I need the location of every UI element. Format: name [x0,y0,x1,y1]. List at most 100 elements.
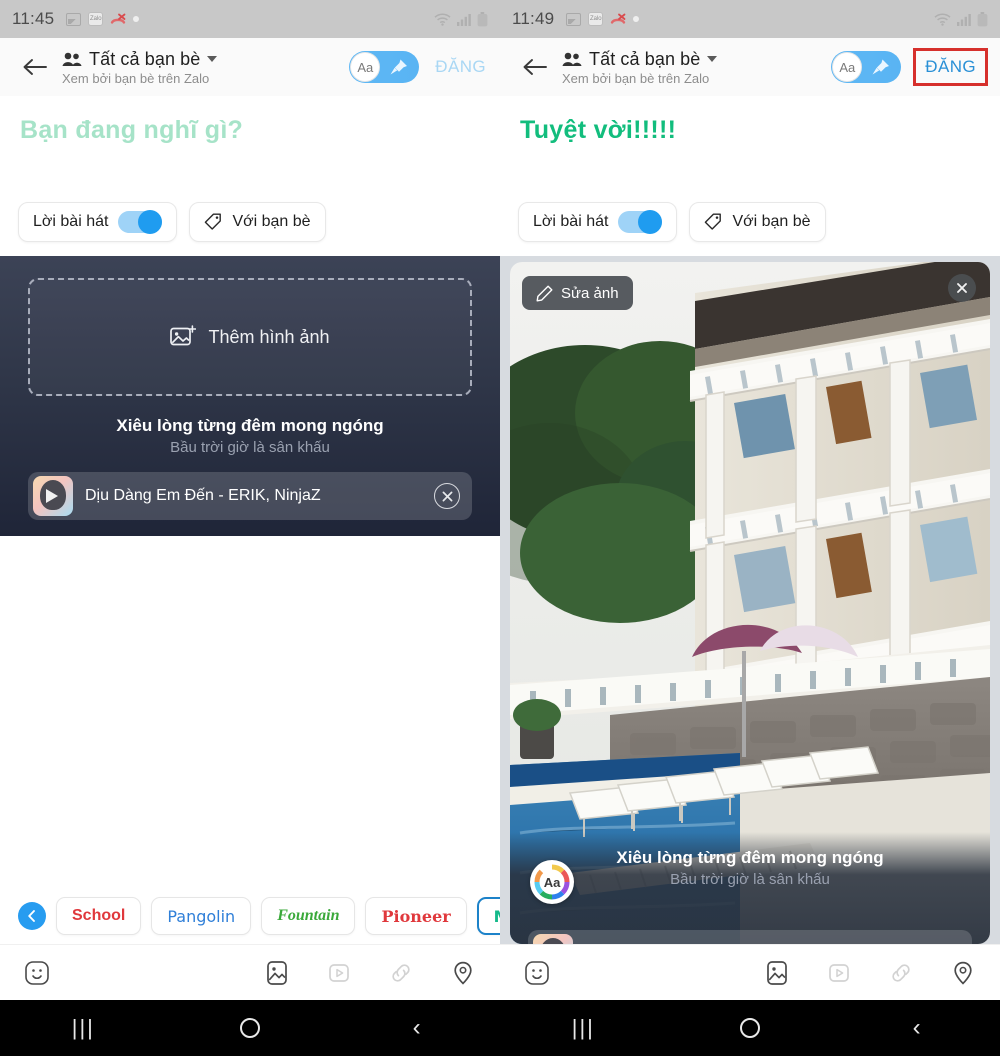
emoji-icon[interactable] [522,958,552,988]
post-button[interactable]: ĐĂNG [431,55,490,79]
emoji-icon[interactable] [22,958,52,988]
nav-home-button[interactable] [222,1008,278,1048]
song-album-art [533,934,573,944]
lyrics-switch[interactable] [618,210,663,234]
nav-back-button[interactable]: ‹ [389,1008,445,1048]
add-photo-dropzone[interactable]: Thêm hình ảnh [28,278,472,396]
scroll-left-button[interactable] [18,902,46,930]
video-icon[interactable] [324,958,354,988]
nav-home-button[interactable] [722,1008,778,1048]
status-bar-left: 11:45 Zalo [0,0,500,38]
gallery-icon [66,12,82,26]
pencil-icon [536,285,553,301]
chip-lyrics-toggle[interactable]: Lời bài hát [18,202,178,242]
photo-preview-pane: Sửa ảnh Xiêu lòng từng đêm mong ngóng Bầ… [500,256,1000,944]
pin-icon [390,59,408,75]
nav-recents-button[interactable]: ||| [555,1008,611,1048]
missed-call-icon [610,13,626,26]
zalo-icon: Zalo [88,12,104,26]
attached-song-chip[interactable]: Dịu Dàng Em Đến - ERIK, NinjaZ [28,472,472,520]
close-icon[interactable] [948,274,976,302]
signal-icon [957,13,971,26]
chip-lyrics-toggle[interactable]: Lời bài hát [518,202,678,242]
nav-back-button[interactable]: ‹ [889,1008,945,1048]
lyrics-switch[interactable] [118,210,163,234]
nav-recents-label: ||| [571,1015,595,1040]
font-style-strip: School Pangolin Fountain Pioneer Maza [0,888,558,944]
back-arrow-icon [23,59,47,75]
location-icon[interactable] [948,958,978,988]
lyric-line-main: Xiêu lòng từng đêm mong ngóng [116,416,384,435]
video-icon[interactable] [824,958,854,988]
font-chip-pangolin[interactable]: Pangolin [151,897,252,935]
caption-input[interactable]: Bạn đang nghĩ gì? [0,96,500,192]
music-composer-pane: Thêm hình ảnh Xiêu lòng từng đêm mong ng… [0,256,500,536]
dot-icon [633,16,640,22]
text-style-toggle[interactable]: Aa [349,51,420,83]
android-navbar-right: ||| ‹ [500,1000,1000,1056]
nav-recents-button[interactable]: ||| [55,1008,111,1048]
post-button[interactable]: ĐĂNG [913,48,988,86]
text-style-toggle[interactable]: Aa [831,51,902,83]
chevron-left-icon [28,910,35,922]
font-chip-label: Pioneer [381,906,451,926]
app-header-right: Tất cả bạn bè Xem bởi bạn bè trên Zalo A… [500,38,1000,96]
phone-screen-left: 11:45 Zalo Tất cả bạn bè Xem bởi bạn bè … [0,0,558,1056]
pin-icon [872,59,890,75]
chip-tag-friends[interactable]: Với bạn bè [689,202,826,242]
photo-card[interactable]: Sửa ảnh Xiêu lòng từng đêm mong ngóng Bầ… [510,262,990,944]
audience-selector[interactable]: Tất cả bạn bè Xem bởi bạn bè trên Zalo [62,49,218,86]
link-icon[interactable] [886,958,916,988]
wifi-icon [434,13,451,26]
back-button[interactable] [518,50,552,84]
audience-subtitle: Xem bởi bạn bè trên Zalo [62,70,210,86]
lyric-line-sub: Bầu trời giờ là sân khấu [670,871,830,888]
font-chip-school[interactable]: School [56,897,142,935]
font-chip-pioneer[interactable]: Pioneer [365,897,467,935]
friends-group-icon [562,52,582,66]
status-time: 11:45 [12,9,55,28]
lyric-line-sub: Bầu trời giờ là sân khấu [170,439,330,456]
attached-song-chip-peek[interactable] [528,930,972,944]
battery-icon [977,11,988,27]
nav-recents-label: ||| [71,1015,95,1040]
audience-title: Tất cả bạn bè [589,48,701,69]
chevron-down-icon[interactable] [207,56,218,62]
back-button[interactable] [18,50,52,84]
song-album-art [33,476,73,516]
back-arrow-icon [523,59,547,75]
audience-subtitle: Xem bởi bạn bè trên Zalo [562,70,710,86]
font-chip-label: Pangolin [167,906,236,926]
play-icon [46,489,58,503]
lyric-overlay: Xiêu lòng từng đêm mong ngóng Bầu trời g… [510,832,990,944]
chip-lyrics-label: Lời bài hát [533,213,609,230]
chevron-down-icon[interactable] [707,56,718,62]
nav-back-label: ‹ [412,1014,421,1041]
dual-screenshot-comparison: 11:45 Zalo Tất cả bạn bè Xem bởi bạn bè … [0,0,1000,1056]
font-chip-label: Fountain [277,907,340,924]
signal-icon [457,13,471,26]
dot-icon [133,16,140,22]
image-icon[interactable] [262,958,292,988]
remove-song-icon[interactable] [434,483,460,509]
chip-tag-label: Với bạn bè [232,213,311,230]
composer-body-right: Tuyệt vời!!!!! Lời bài hát Với bạn bè Sử… [500,96,1000,944]
home-icon [739,1018,760,1038]
missed-call-icon [110,13,126,26]
edit-photo-button[interactable]: Sửa ảnh [522,276,633,310]
app-header-left: Tất cả bạn bè Xem bởi bạn bè trên Zalo A… [0,38,500,96]
chip-tag-friends[interactable]: Với bạn bè [189,202,326,242]
text-color-wheel-button[interactable]: Aa [530,860,574,904]
option-chips-left: Lời bài hát Với bạn bè [0,192,500,256]
caption-input[interactable]: Tuyệt vời!!!!! [500,96,1000,192]
wifi-icon [934,13,951,26]
android-navbar-left: ||| ‹ [0,1000,500,1056]
location-icon[interactable] [448,958,478,988]
font-chip-fountain[interactable]: Fountain [261,897,356,935]
image-icon[interactable] [762,958,792,988]
audience-selector[interactable]: Tất cả bạn bè Xem bởi bạn bè trên Zalo [562,48,718,86]
bottom-toolbar-left [0,944,500,1000]
font-chip-label: School [72,907,126,924]
link-icon[interactable] [386,958,416,988]
caption-placeholder: Bạn đang nghĩ gì? [20,116,244,144]
